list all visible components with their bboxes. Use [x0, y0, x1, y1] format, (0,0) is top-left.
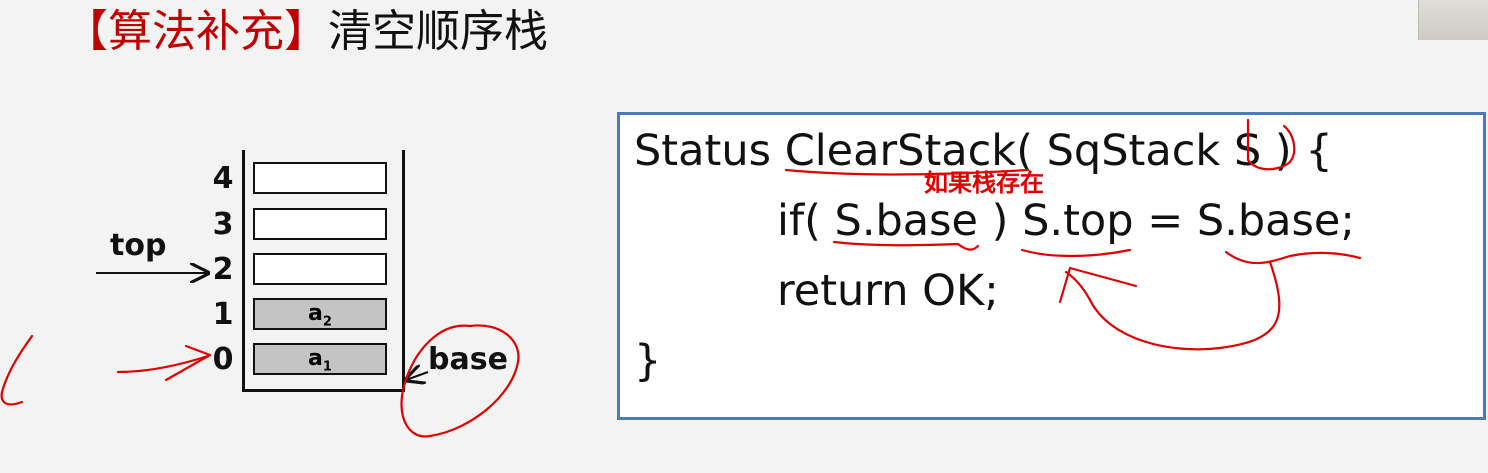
- ink-underline-stop: [1020, 248, 1132, 258]
- ink-underline-clearstack: [784, 168, 1030, 176]
- ink-underline-sbase-rhs: [1224, 250, 1362, 265]
- ink-bracket-s: [1246, 118, 1296, 171]
- ink-circle-base: [400, 324, 520, 438]
- ink-curved-arrowhead: [1058, 266, 1138, 304]
- ink-underline-sbase: [832, 240, 980, 251]
- ink-stroke-left: [0, 334, 34, 406]
- annotation-overlay: [0, 118, 1362, 438]
